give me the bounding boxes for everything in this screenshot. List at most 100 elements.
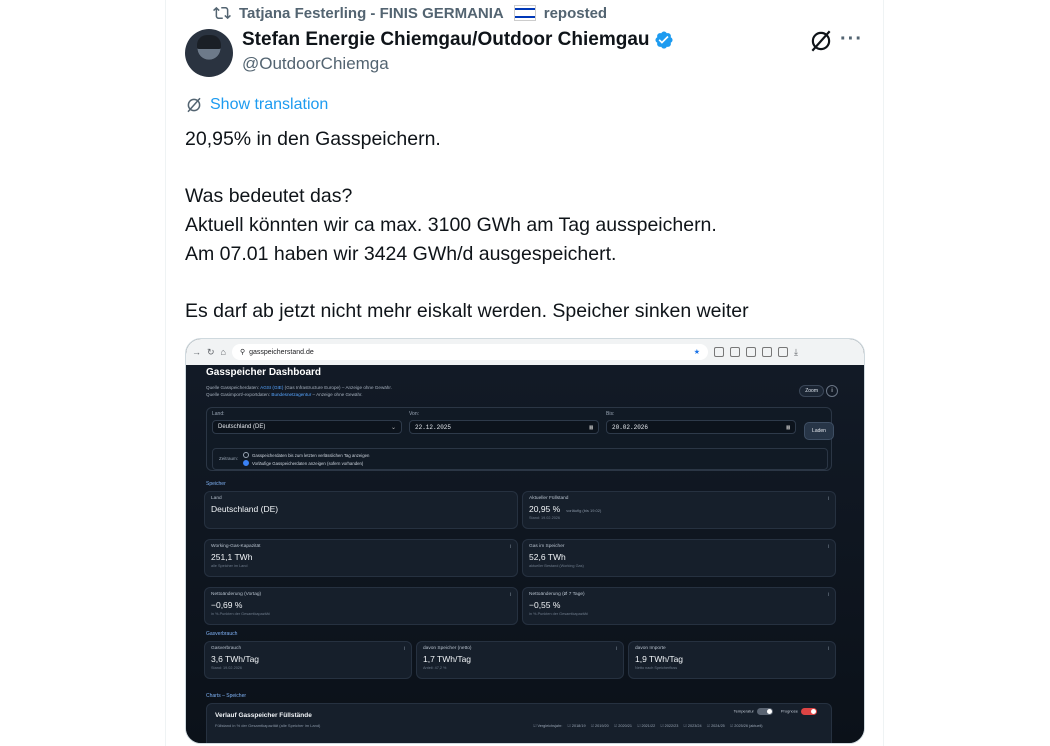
card-value: 251,1 TWh (211, 552, 253, 562)
info-icon: i (826, 385, 838, 397)
year-checkbox: 2020/21 (614, 723, 632, 728)
repost-icon (213, 6, 231, 20)
tweet-line: Was bedeutet das? (185, 185, 353, 207)
prognose-label: Prognose (780, 708, 798, 714)
dashboard-title: Gasspeicher Dashboard (206, 367, 322, 378)
source1-link: AGSI (GIE) (260, 385, 284, 390)
card-gas-im-speicher: Gas im Speicher 52,6 TWh aktueller Besta… (522, 539, 836, 577)
land-label: Land: (212, 411, 225, 417)
extension-icon (745, 347, 756, 357)
card-value: 20,95 % (529, 504, 561, 514)
sources: Quelle Gasspeicherdaten: AGSI (GIE) (Gas… (206, 384, 392, 398)
source2-suffix: – Anzeige ohne Gewähr. (312, 392, 363, 397)
chart-panel: Verlauf Gasspeicher Füllstände Füllstand… (206, 703, 832, 743)
more-options-icon[interactable]: ··· (840, 28, 863, 51)
extension-icon (713, 347, 724, 357)
card-sub: aktueller Bestand (Working Gas) (529, 564, 584, 568)
filter-panel: Land: Deutschland (DE) ⌄ Von: 22.12.2025 ▦… (206, 407, 834, 471)
land-value: Deutschland (DE) (218, 424, 266, 430)
card-land: Land Deutschland (DE) (204, 491, 518, 529)
card-title: Gasverbrauch (211, 646, 242, 651)
avatar[interactable] (185, 29, 233, 77)
address-url: gasspeicherstand.de (249, 348, 314, 356)
year-checkbox: 2021/22 (637, 723, 655, 728)
card-sub: Stand: 19.02.2026 (211, 666, 243, 670)
dashboard: Gasspeicher Dashboard Quelle Gasspeicher… (186, 365, 864, 743)
card-value: −0,55 % (529, 600, 561, 610)
year-checkbox: 2019/20 (591, 723, 609, 728)
repost-header[interactable]: Tatjana Festerling - FINIS GERMANIA repo… (213, 4, 607, 22)
card-sub: in %-Punkten der Gesamtkapazität (529, 612, 588, 616)
author-handle[interactable]: @OutdoorChiemga (242, 54, 389, 74)
source2-link: Bundesnetzagentur (271, 392, 312, 397)
grok-icon[interactable] (808, 28, 834, 54)
card-davon-speicher: davon Speicher (netto) 1,7 TWh/Tag Antei… (416, 641, 624, 679)
card-note: vorläufig (bis 19.02) (566, 508, 602, 513)
bis-date-field: 20.02.2026 ▦ (606, 420, 796, 434)
reposter-name[interactable]: Tatjana Festerling - FINIS GERMANIA (239, 5, 504, 22)
info-icon: i (615, 646, 617, 652)
zoom-button: Zoom (799, 385, 824, 397)
zeitraum-label: Zeitraum: (219, 456, 239, 461)
chevron-down-icon: ⌄ (390, 424, 396, 431)
verified-badge-icon (654, 31, 673, 49)
card-netto-vortag: Nettoänderung (Vortag) −0,69 % in %-Punk… (204, 587, 518, 625)
section-gasverbrauch: Gasverbrauch (206, 631, 238, 637)
tweet-line: Es darf ab jetzt nicht mehr eiskalt werd… (185, 300, 749, 322)
info-icon: i (509, 592, 511, 598)
land-select: Deutschland (DE) ⌄ (212, 420, 402, 434)
bis-label: Bis: (606, 411, 615, 417)
tweet-media-image[interactable]: → ↻ ⌂ ⚲ gasspeicherstand.de ★ ⤓ Gasspeic… (185, 338, 865, 744)
info-icon: i (827, 646, 829, 652)
info-icon: i (509, 544, 511, 550)
bis-value: 20.02.2026 (612, 423, 649, 431)
repost-suffix: reposted (543, 4, 608, 22)
card-title: Nettoänderung (Ø 7 Tage) (529, 592, 585, 597)
card-title: Nettoänderung (Vortag) (211, 592, 262, 597)
timeline-border-left (165, 0, 166, 746)
show-translation-link[interactable]: Show translation (185, 96, 328, 114)
card-sub: alle Speicher im Land (211, 564, 248, 568)
card-sub: Anteil: 47,2 % (423, 666, 447, 670)
card-title: Working-Gas-Kapazität (211, 544, 261, 549)
bookmark-star-icon: ★ (693, 349, 700, 356)
year-checkbox: 2023/24 (683, 723, 702, 728)
section-charts: Charts – Speicher (206, 693, 247, 699)
home-icon: ⌂ (220, 347, 226, 357)
card-fuellstand: Aktueller Füllstand 20,95 % vorläufig (bi… (522, 491, 836, 529)
card-netto-7tage: Nettoänderung (Ø 7 Tage) −0,55 % in %-Pu… (522, 587, 836, 625)
card-title: davon Speicher (netto) (423, 646, 472, 651)
year-checkbox: 2025/26 (aktuell) (730, 723, 762, 728)
card-value: 52,6 TWh (529, 552, 566, 562)
chart-subtitle: Füllstand in % der Gesamtkapazität (alle… (215, 723, 321, 728)
author-name-row[interactable]: Stefan Energie Chiemgau/Outdoor Chiemgau (242, 29, 674, 51)
card-value: −0,69 % (211, 600, 243, 610)
browser-toolbar: → ↻ ⌂ ⚲ gasspeicherstand.de ★ ⤓ (186, 339, 864, 365)
zeitraum-option-label: Vorläufige Gasspeicherdaten anzeigen (so… (252, 460, 364, 466)
card-sub: Netto nach Speicherfluss (635, 666, 678, 670)
card-title: Gas im Speicher (529, 544, 565, 549)
author-name[interactable]: Stefan Energie Chiemgau/Outdoor Chiemgau (242, 29, 650, 51)
site-info-icon: ⚲ (239, 349, 246, 356)
chart-toggles: Temperatur Prognose (734, 708, 817, 715)
von-value: 22.12.2025 (415, 423, 452, 431)
temperatur-toggle (756, 708, 773, 715)
card-davon-importe: davon Importe 1,9 TWh/Tag Netto nach Spe… (628, 641, 836, 679)
prognose-toggle (801, 708, 817, 715)
israel-flag-icon (513, 5, 536, 21)
card-value: 1,9 TWh/Tag (635, 654, 684, 664)
card-value: Deutschland (DE) (211, 504, 279, 514)
compare-label: Vergleichsjahr: (533, 723, 562, 728)
info-icon: i (827, 592, 829, 598)
chart-title: Verlauf Gasspeicher Füllstände (215, 712, 312, 719)
timeline-border-right (883, 0, 884, 746)
tweet-line: Am 07.01 haben wir 3424 GWh/d ausgespeic… (185, 243, 617, 265)
radio-off-icon (243, 452, 249, 458)
card-sub: in %-Punkten der Gesamtkapazität (211, 612, 270, 616)
card-title: davon Importe (635, 646, 666, 651)
show-translation-label[interactable]: Show translation (210, 96, 328, 114)
info-icon: i (827, 496, 829, 502)
extension-icon (729, 347, 740, 357)
zeitraum-option: Gasspeicherdaten bis zum letzten verläss… (243, 452, 369, 458)
zeitraum-option: Vorläufige Gasspeicherdaten anzeigen (so… (243, 460, 363, 466)
